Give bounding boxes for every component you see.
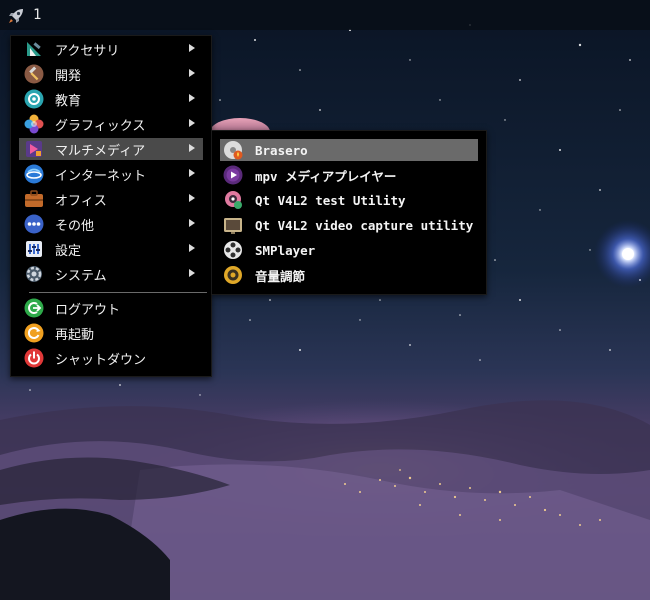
qvidcap-icon: [224, 218, 242, 234]
submenu-arrow-icon: [189, 194, 195, 202]
menu-item-label: インターネット: [55, 168, 147, 184]
accessories-icon: [27, 42, 41, 56]
submenu-arrow-icon: [189, 94, 195, 102]
reboot-icon: [24, 323, 44, 343]
submenu-arrow-icon: [189, 144, 195, 152]
office-icon: [25, 190, 43, 207]
submenu-arrow-icon: [189, 169, 195, 177]
submenu-item-brasero[interactable]: Brasero: [220, 139, 478, 161]
logout-icon: [24, 298, 44, 318]
submenu-item-label: Brasero: [255, 142, 308, 158]
internet-icon: [24, 164, 44, 184]
menu-item-development[interactable]: 開発: [19, 63, 203, 85]
application-menu: アクセサリ 開発 教育 グラフィックス マルチメディア インターネット オフィス…: [10, 35, 212, 377]
menu-item-logout[interactable]: ログアウト: [19, 297, 203, 319]
menu-item-system[interactable]: システム: [19, 263, 203, 285]
menu-item-label: グラフィックス: [55, 118, 146, 134]
menu-item-other[interactable]: その他: [19, 213, 203, 235]
submenu-item-volume-control[interactable]: 音量調節: [220, 264, 478, 286]
menu-separator: [29, 292, 207, 293]
submenu-item-qv4l2[interactable]: Qt V4L2 test Utility: [220, 189, 478, 211]
qv4l2-icon: [225, 191, 242, 209]
menu-item-label: 再起動: [55, 327, 95, 343]
menu-item-label: アクセサリ: [55, 43, 120, 59]
submenu-arrow-icon: [189, 44, 195, 52]
menu-item-shutdown[interactable]: シャットダウン: [19, 347, 203, 369]
menu-item-label: ログアウト: [55, 302, 121, 318]
submenu-arrow-icon: [189, 219, 195, 227]
submenu-arrow-icon: [189, 244, 195, 252]
menu-item-graphics[interactable]: グラフィックス: [19, 113, 203, 135]
menu-item-label: 設定: [55, 243, 82, 259]
brasero-icon: [224, 141, 243, 160]
system-icon: [26, 266, 42, 282]
rocket-icon[interactable]: [6, 6, 26, 26]
submenu-item-label: Qt V4L2 test Utility: [255, 192, 406, 208]
menu-item-label: システム: [55, 268, 107, 284]
submenu-item-label: SMPlayer: [255, 242, 316, 258]
submenu-item-mpv[interactable]: mpv メディアプレイヤー: [220, 164, 478, 186]
graphics-icon: [24, 114, 44, 134]
development-icon: [24, 64, 44, 84]
menu-item-label: 教育: [55, 93, 82, 109]
submenu-arrow-icon: [189, 269, 195, 277]
menu-item-accessories[interactable]: アクセサリ: [19, 38, 203, 60]
shutdown-icon: [24, 348, 44, 368]
menu-item-internet[interactable]: インターネット: [19, 163, 203, 185]
menu-item-label: 開発: [55, 68, 82, 84]
submenu-item-label: mpv メディアプレイヤー: [255, 168, 397, 184]
menu-item-reboot[interactable]: 再起動: [19, 322, 203, 344]
submenu-item-label: Qt V4L2 video capture utility: [255, 217, 474, 233]
volume-control-icon: [224, 266, 242, 284]
smplayer-icon: [224, 241, 242, 259]
submenu-item-smplayer[interactable]: SMPlayer: [220, 239, 478, 261]
settings-icon: [26, 241, 42, 257]
top-panel: 1: [0, 0, 650, 30]
other-icon: [24, 214, 44, 234]
education-icon: [24, 89, 44, 109]
menu-item-office[interactable]: オフィス: [19, 188, 203, 210]
multimedia-submenu: Brasero mpv メディアプレイヤー Qt V4L2 test Utili…: [211, 130, 487, 295]
menu-item-settings[interactable]: 設定: [19, 238, 203, 260]
menu-item-label: その他: [55, 218, 95, 234]
submenu-arrow-icon: [189, 119, 195, 127]
menu-item-label: オフィス: [55, 193, 107, 209]
workspace-indicator[interactable]: 1: [33, 7, 41, 23]
submenu-item-label: 音量調節: [255, 268, 306, 284]
submenu-item-qvidcap[interactable]: Qt V4L2 video capture utility: [220, 214, 478, 236]
menu-item-multimedia[interactable]: マルチメディア: [19, 138, 203, 160]
menu-item-education[interactable]: 教育: [19, 88, 203, 110]
multimedia-icon: [26, 141, 42, 157]
menu-item-label: マルチメディア: [55, 143, 146, 159]
mpv-icon: [223, 165, 243, 185]
menu-item-label: シャットダウン: [55, 352, 147, 368]
submenu-arrow-icon: [189, 69, 195, 77]
